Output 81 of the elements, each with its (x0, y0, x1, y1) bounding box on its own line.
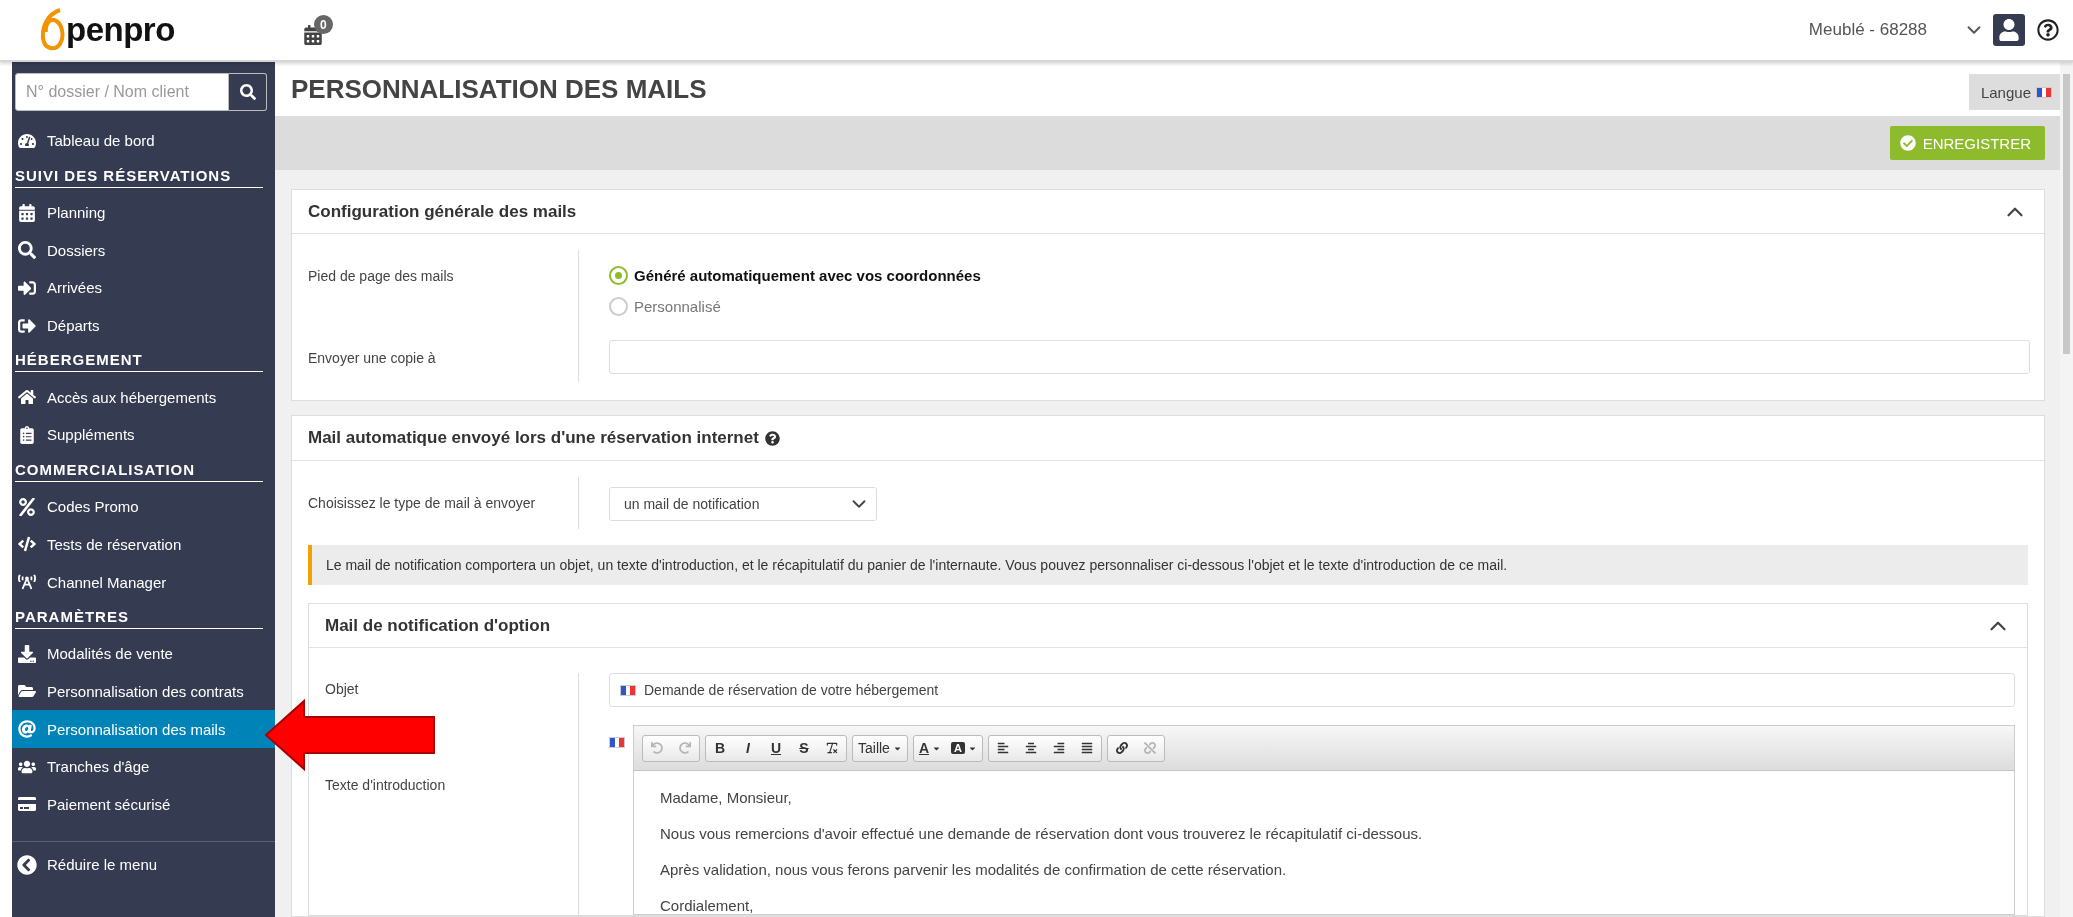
radio-option[interactable]: Généré automatiquement avec vos coordonnées (609, 266, 2030, 285)
align-left-icon (997, 742, 1009, 754)
download-icon (16, 644, 38, 663)
account-name: Meublé - 68288 (1808, 20, 1927, 40)
code-icon (16, 535, 38, 554)
sidebar-item[interactable]: Arrivées (12, 269, 275, 307)
italic-button[interactable]: I (734, 735, 762, 761)
percent-icon (16, 497, 38, 516)
underline-button[interactable]: U (762, 735, 790, 761)
background-color-button[interactable]: A (946, 735, 982, 761)
info-notice: Le mail de notification comportera un objet, un texte d'introduction, et le récapitulatif du panier de l'internaute. Vous pouvez personnaliser ci-dessous l'objet et le texte d'introduction de ce mail. (308, 545, 2028, 585)
field-label: Envoyer une copie à (308, 350, 436, 366)
editor-paragraph: Cordialement, (660, 897, 755, 914)
sign-in-icon (16, 278, 38, 297)
strikethrough-button[interactable]: S (790, 735, 818, 761)
sidebar-item[interactable]: Paiement sécurisé (12, 785, 275, 824)
calendar-notification-button[interactable]: 0 (302, 15, 333, 45)
align-center-icon (1025, 742, 1037, 754)
bold-button[interactable]: B (706, 735, 734, 761)
editor-paragraph: Nous vous remercions d'avoir effectué une demande de réservation dont vous trouverez le récapitulatif ci-dessous. (660, 825, 1424, 842)
subject-field[interactable]: Demande de réservation de votre hébergement (609, 673, 2015, 707)
field-label: Choisissez le type de mail à envoyer (308, 495, 536, 511)
search-icon (239, 84, 256, 100)
card-title: Mail automatique envoyé lors d'une réservation internet (308, 428, 780, 448)
card-title: Configuration générale des mails (308, 201, 577, 222)
sign-out-icon (16, 316, 38, 335)
user-button[interactable] (1993, 14, 2025, 46)
input-field[interactable] (609, 340, 2030, 374)
sidebar-item[interactable]: Dossiers (12, 231, 275, 270)
sidebar-item[interactable]: Accès aux hébergements (12, 378, 275, 417)
editor-paragraph: Après validation, nous vous ferons parvenir les modalités de confirmation de cette réservation. (660, 861, 1288, 878)
font-size-dropdown[interactable]: Taille (853, 735, 907, 761)
help-icon[interactable] (764, 430, 780, 446)
field-label: Objet (325, 681, 359, 697)
field-label: Texte d'introduction (325, 777, 446, 793)
french-flag-icon (620, 684, 636, 696)
help-icon[interactable] (2037, 19, 2059, 41)
dashboard-icon (16, 131, 38, 150)
page-title: PERSONNALISATION DES MAILS (291, 73, 707, 105)
align-right-icon (1053, 742, 1065, 754)
broadcast-icon (16, 573, 38, 592)
search-field[interactable]: N° dossier / Nom client (15, 73, 229, 111)
field-label: Pied de page des mails (308, 268, 454, 284)
credit-card-icon (16, 795, 38, 814)
sidebar-item[interactable]: Suppléments (12, 416, 275, 454)
sidebar-item[interactable]: Codes Promo (12, 487, 275, 526)
card-title: Mail de notification d'option (325, 615, 551, 636)
sidebar-section-heading: PARAMÈTRES (15, 600, 263, 629)
scrollbar-thumb[interactable] (2063, 74, 2070, 354)
calendar-icon (16, 203, 38, 222)
sidebar-item[interactable]: Tranches d'âge (12, 747, 275, 786)
editor-paragraph: Madame, Monsieur, (660, 789, 793, 806)
french-flag-icon (2036, 86, 2052, 98)
logo[interactable]: penpro (40, 8, 175, 52)
house-icon (16, 388, 38, 407)
sidebar-item[interactable]: Tableau de bord (12, 122, 275, 160)
sidebar-section-heading: COMMERCIALISATION (15, 453, 263, 482)
mail-type-select[interactable]: un mail de notification (609, 487, 877, 521)
language-button[interactable]: Langue (1968, 74, 2060, 110)
sidebar-item[interactable]: Tests de réservation (12, 525, 275, 564)
at-sign-icon (16, 720, 38, 739)
collapse-menu-button[interactable]: Réduire le menu (12, 841, 275, 888)
text-color-button[interactable]: A (913, 735, 947, 761)
undo-icon (651, 742, 663, 754)
sidebar-section-heading: SUIVI DES RÉSERVATIONS (15, 159, 263, 188)
sidebar-item[interactable]: Channel Manager (12, 563, 275, 601)
sidebar-item[interactable]: Départs (12, 306, 275, 345)
redo-icon (679, 742, 691, 754)
sidebar-item[interactable]: Personnalisation des contrats (12, 672, 275, 711)
clear-format-icon (825, 741, 839, 755)
justify-icon (1081, 742, 1093, 754)
sidebar-item[interactable]: Planning (12, 193, 275, 232)
link-icon (1116, 742, 1128, 754)
radio-option[interactable]: Personnalisé (609, 297, 2030, 316)
sidebar-section-heading: HÉBERGEMENT (15, 344, 263, 373)
sidebar-item[interactable]: Personnalisation des mails (12, 710, 275, 748)
french-flag-icon (609, 737, 625, 748)
sidebar-item[interactable]: Modalités de vente (12, 634, 275, 673)
search-button[interactable] (229, 73, 267, 111)
search-icon (16, 241, 38, 260)
unlink-icon (1144, 742, 1156, 754)
